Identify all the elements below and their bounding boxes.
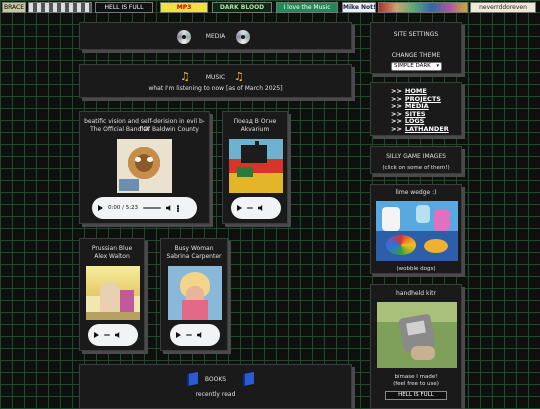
audio-player[interactable]: 0:00 / 5:23 [92, 197, 197, 219]
handheld-image[interactable] [377, 302, 457, 368]
track-artist: Sabrina Carpenter [166, 253, 222, 260]
volume-icon[interactable] [258, 205, 263, 211]
track-card: beatific vision and self-derision in evi… [79, 111, 210, 224]
badge-hell-is-full[interactable]: HELL IS FULL [95, 2, 153, 13]
play-icon[interactable] [176, 332, 181, 338]
audio-time: 0:00 / 5:23 [108, 205, 139, 211]
track-artist: Alex Walton [94, 253, 130, 260]
silly-images-panel: SILLY GAME IMAGES (click on some of them… [370, 146, 462, 174]
books-header-panel: BOOKS recently read [79, 364, 352, 409]
more-options-icon[interactable] [177, 204, 180, 212]
badge-neverrddoreven[interactable]: neverrddoreven [470, 2, 536, 13]
wobble-dogs-image[interactable] [376, 201, 458, 261]
change-theme-label: CHANGE THEME [391, 52, 441, 59]
audio-player[interactable] [88, 324, 138, 346]
audio-player[interactable] [170, 324, 220, 346]
audio-progress[interactable] [143, 207, 162, 209]
album-cover [168, 266, 222, 320]
track-title: Busy Woman [174, 245, 214, 252]
lime-wedge-title: lime wedge :) [395, 189, 437, 196]
volume-icon[interactable] [166, 205, 171, 211]
track-card: Prussian Blue Alex Walton [79, 238, 145, 351]
badge-strip: BRACE HELL IS FULL MP3 DARK BLOOD I love… [0, 2, 540, 14]
chevron-down-icon: ▾ [436, 63, 439, 69]
badge-love-music[interactable]: I love the Music [276, 2, 338, 13]
volume-icon[interactable] [115, 332, 120, 338]
music-header-panel: ♫ MUSIC ♫ what I'm listening to now [as … [79, 64, 352, 98]
lime-wedge-caption: (wobble dogs) [396, 266, 436, 272]
audio-progress[interactable] [186, 334, 192, 336]
nav-list: >> HOME >> PROJECTS >> MEDIA >> SITES >> LOGS… [391, 87, 449, 134]
play-icon[interactable] [94, 332, 99, 338]
media-title: MEDIA [205, 33, 226, 40]
handheld-title: handheld kitr [396, 290, 436, 297]
handheld-panel: handheld kitr bimase I made! (feel free … [370, 284, 462, 409]
badge-checker[interactable] [28, 2, 92, 13]
album-cover [229, 139, 283, 193]
track-title: Prussian Blue [91, 245, 133, 252]
play-icon[interactable] [98, 205, 103, 211]
badge-stripes[interactable] [378, 2, 468, 13]
play-icon[interactable] [237, 205, 242, 211]
silly-images-title: SILLY GAME IMAGES [386, 153, 446, 160]
theme-select-value: SIMPLE DARK [394, 63, 431, 69]
music-note-icon: ♫ [234, 70, 244, 83]
silly-images-subtitle: (click on some of them!) [382, 165, 450, 171]
books-title: BOOKS [204, 376, 227, 383]
book-icon [243, 371, 254, 387]
handheld-caption: bimase I made! [394, 374, 438, 380]
books-subtitle: recently read [195, 391, 236, 398]
audio-progress[interactable] [104, 334, 110, 336]
track-title: Поезд В Огне [233, 118, 277, 125]
site-settings-panel: SITE SETTINGS CHANGE THEME SIMPLE DARK ▾ [370, 22, 462, 74]
music-subtitle: what I'm listening to now [as of March 2… [148, 85, 283, 92]
album-cover [117, 139, 172, 193]
site-settings-title: SITE SETTINGS [393, 31, 439, 38]
track-card: Busy Woman Sabrina Carpenter [160, 238, 228, 351]
volume-icon[interactable] [197, 332, 202, 338]
theme-select[interactable]: SIMPLE DARK ▾ [391, 62, 442, 71]
badge-dark-blood[interactable]: DARK BLOOD [212, 2, 272, 13]
handheld-caption-sub: (feel free to use) [393, 381, 439, 387]
track-artist: Akvarium [240, 126, 270, 133]
nav-item-lathander[interactable]: >> LATHANDER [391, 125, 449, 134]
cd-icon [236, 30, 250, 44]
music-title: MUSIC [205, 74, 226, 81]
track-card: Поезд В Огне Akvarium [222, 111, 288, 224]
badge-brace[interactable]: BRACE [2, 2, 26, 13]
badge-hell-is-full[interactable]: HELL IS FULL [385, 391, 447, 400]
media-header-panel: MEDIA [79, 22, 352, 50]
track-artist: The Official Band Of Baldwin County [90, 126, 199, 133]
nav-panel: >> HOME >> PROJECTS >> MEDIA >> SITES >> LOGS… [370, 82, 462, 136]
audio-player[interactable] [231, 197, 281, 219]
badge-mike-not[interactable]: Mike Not! [342, 2, 376, 13]
badge-mp3[interactable]: MP3 [160, 2, 208, 13]
lime-wedge-panel: lime wedge :) (wobble dogs) [370, 184, 462, 274]
album-cover [86, 266, 140, 320]
audio-progress[interactable] [247, 207, 253, 209]
